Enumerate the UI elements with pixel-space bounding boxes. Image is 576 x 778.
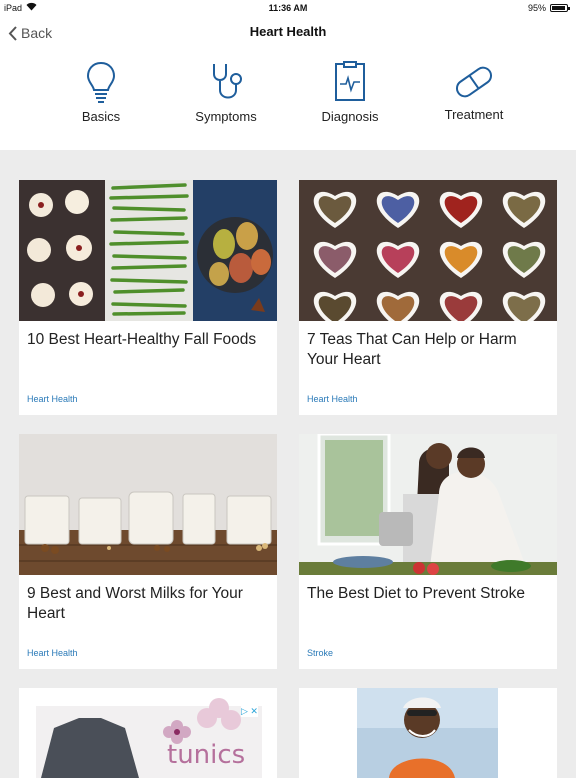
ad-choices-icon[interactable]: ▷ ✕ [241, 706, 258, 717]
stethoscope-icon [213, 64, 242, 99]
article-title: 7 Teas That Can Help or Harm Your Heart [307, 331, 517, 368]
article-title: 9 Best and Worst Milks for Your Heart [27, 585, 243, 622]
article-card[interactable]: 9 Best and Worst Milks for Your Heart He… [19, 434, 277, 669]
article-image-milks [19, 434, 277, 575]
topic-label: Treatment [444, 107, 504, 122]
topic-label: Basics [81, 109, 121, 124]
topic-treatment[interactable]: Treatment [414, 60, 534, 140]
status-bar: iPad 11:36 AM 95% [0, 0, 576, 16]
article-card[interactable] [299, 688, 557, 778]
article-image-stroke-diet [299, 434, 557, 575]
article-card[interactable]: 10 Best Heart-Healthy Fall Foods Heart H… [19, 180, 277, 415]
pill-capsule-icon [455, 66, 493, 98]
topic-symptoms[interactable]: Symptoms [166, 60, 286, 140]
article-category-link[interactable]: Heart Health [307, 394, 358, 404]
clipboard-ekg-icon [335, 61, 365, 101]
topic-label: Diagnosis [321, 109, 379, 124]
battery-icon [550, 4, 570, 12]
lightbulb-icon [86, 61, 116, 103]
article-title: 10 Best Heart-Healthy Fall Foods [27, 331, 257, 348]
article-category-link[interactable]: Heart Health [27, 648, 78, 658]
battery-percent: 95% [527, 3, 546, 13]
article-category-link[interactable]: Stroke [307, 648, 333, 658]
article-category-link[interactable]: Heart Health [27, 394, 78, 404]
topic-basics[interactable]: Basics [41, 60, 161, 140]
ad-card[interactable]: tunics ▷ ✕ [19, 688, 277, 778]
topic-bar: Basics Symptoms Diagnosis Treatment [0, 50, 576, 150]
page-title: Heart Health [249, 24, 327, 39]
clock: 11:36 AM [268, 3, 308, 13]
article-image-teas [299, 180, 557, 321]
article-image-fall-foods [19, 180, 277, 321]
navigation-bar: Back Heart Health [0, 16, 576, 50]
article-card[interactable]: The Best Diet to Prevent Stroke Stroke [299, 434, 557, 669]
topic-diagnosis[interactable]: Diagnosis [290, 60, 410, 140]
ad-text: tunics [167, 740, 246, 770]
article-title: The Best Diet to Prevent Stroke [307, 585, 525, 602]
article-card[interactable]: 7 Teas That Can Help or Harm Your Heart … [299, 180, 557, 415]
topic-label: Symptoms [195, 109, 257, 124]
